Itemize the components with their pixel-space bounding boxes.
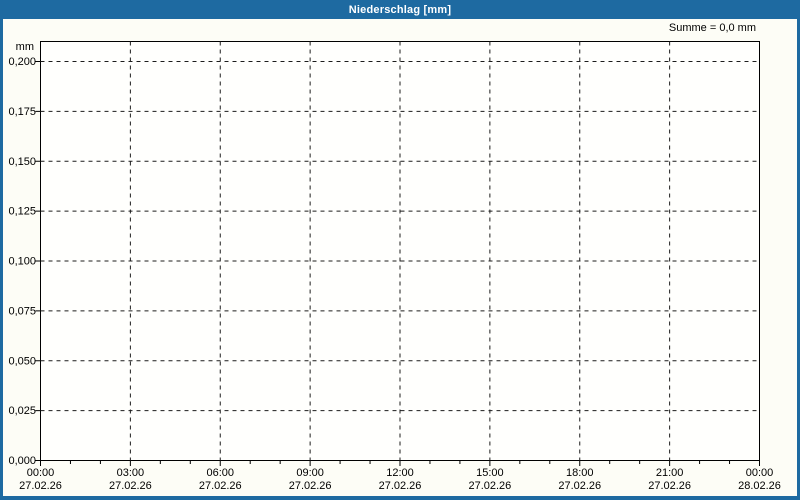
x-date-label: 27.02.26 bbox=[648, 480, 691, 492]
x-time-label: 00:00 bbox=[746, 467, 774, 479]
y-tick-label: 0,125 bbox=[8, 206, 36, 218]
x-date-label: 27.02.26 bbox=[19, 480, 62, 492]
x-date-label: 27.02.26 bbox=[109, 480, 152, 492]
x-date-label: 28.02.26 bbox=[738, 480, 781, 492]
x-time-label: 06:00 bbox=[206, 467, 234, 479]
y-tick-label: 0,050 bbox=[8, 355, 36, 367]
x-date-label: 27.02.26 bbox=[199, 480, 242, 492]
x-time-label: 00:00 bbox=[27, 467, 55, 479]
x-time-label: 12:00 bbox=[386, 467, 414, 479]
x-time-label: 15:00 bbox=[476, 467, 504, 479]
x-time-label: 18:00 bbox=[566, 467, 594, 479]
y-tick-label: 0,075 bbox=[8, 305, 36, 317]
x-date-label: 27.02.26 bbox=[379, 480, 422, 492]
y-tick-label: 0,150 bbox=[8, 156, 36, 168]
x-date-label: 27.02.26 bbox=[289, 480, 332, 492]
y-tick-label: 0,100 bbox=[8, 256, 36, 268]
y-tick-label: 0,000 bbox=[8, 455, 36, 467]
y-tick-label: 0,175 bbox=[8, 106, 36, 118]
x-time-label: 21:00 bbox=[656, 467, 684, 479]
x-time-label: 03:00 bbox=[117, 467, 145, 479]
x-date-label: 27.02.26 bbox=[468, 480, 511, 492]
x-time-label: 09:00 bbox=[296, 467, 324, 479]
chart-window: Niederschlag [mm] Summe = 0,0 mm mm 0,00… bbox=[0, 0, 800, 500]
x-date-label: 27.02.26 bbox=[558, 480, 601, 492]
y-tick-label: 0,025 bbox=[8, 405, 36, 417]
plot-area: 0,000 0,025 0,050 0,075 0,100 0,125 0,150 0,175… bbox=[8, 41, 781, 492]
y-tick-label: 0,200 bbox=[8, 56, 36, 68]
